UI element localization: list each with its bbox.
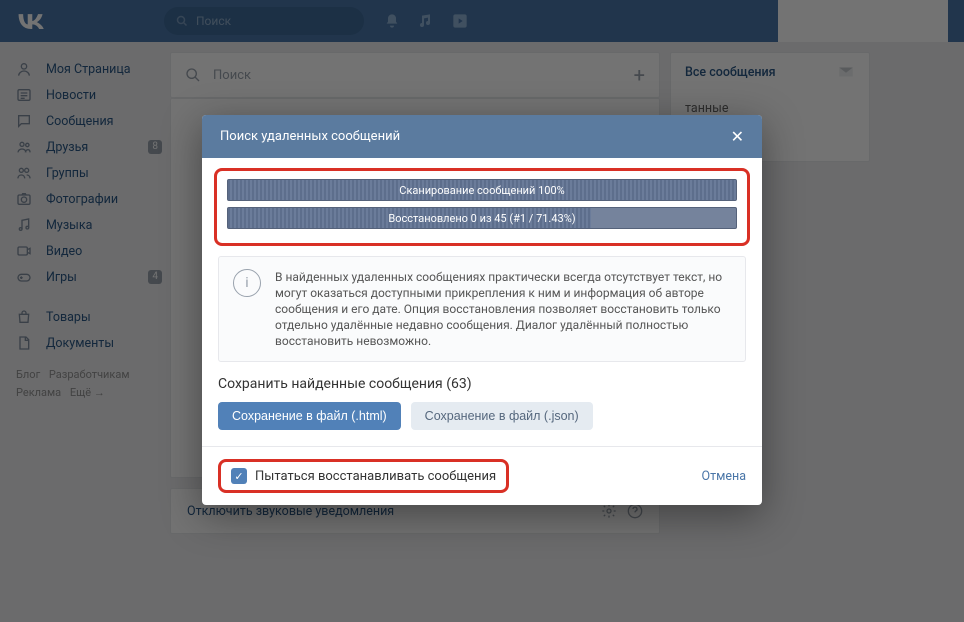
save-html-button[interactable]: Сохранение в файл (.html) xyxy=(218,402,401,430)
modal-overlay: Поиск удаленных сообщений ✕ Сканирование… xyxy=(0,0,964,622)
checkbox-checked-icon[interactable]: ✓ xyxy=(231,468,247,484)
modal: Поиск удаленных сообщений ✕ Сканирование… xyxy=(202,115,762,505)
cancel-button[interactable]: Отмена xyxy=(701,469,746,484)
info-box: i В найденных удаленных сообщениях практ… xyxy=(218,256,746,362)
save-section: Сохранить найденные сообщения (63) Сохра… xyxy=(202,376,762,446)
modal-header: Поиск удаленных сообщений ✕ xyxy=(202,115,762,158)
progress-text: Восстановлено 0 из 45 (#1 / 71.43%) xyxy=(388,212,575,225)
progress-scan: Сканирование сообщений 100% xyxy=(227,179,737,201)
modal-title: Поиск удаленных сообщений xyxy=(220,129,400,144)
restore-checkbox-row[interactable]: ✓ Пытаться восстанавливать сообщения xyxy=(218,459,509,493)
save-json-button[interactable]: Сохранение в файл (.json) xyxy=(411,402,593,430)
save-title: Сохранить найденные сообщения (63) xyxy=(218,376,746,392)
checkbox-label: Пытаться восстанавливать сообщения xyxy=(255,469,496,484)
progress-restore: Восстановлено 0 из 45 (#1 / 71.43%) xyxy=(227,207,737,229)
progress-section: Сканирование сообщений 100% Восстановлен… xyxy=(214,168,750,246)
progress-text: Сканирование сообщений 100% xyxy=(399,184,564,197)
info-icon: i xyxy=(233,269,261,297)
close-icon[interactable]: ✕ xyxy=(731,127,744,146)
modal-footer: ✓ Пытаться восстанавливать сообщения Отм… xyxy=(202,446,762,505)
info-text: В найденных удаленных сообщениях практич… xyxy=(275,269,731,349)
